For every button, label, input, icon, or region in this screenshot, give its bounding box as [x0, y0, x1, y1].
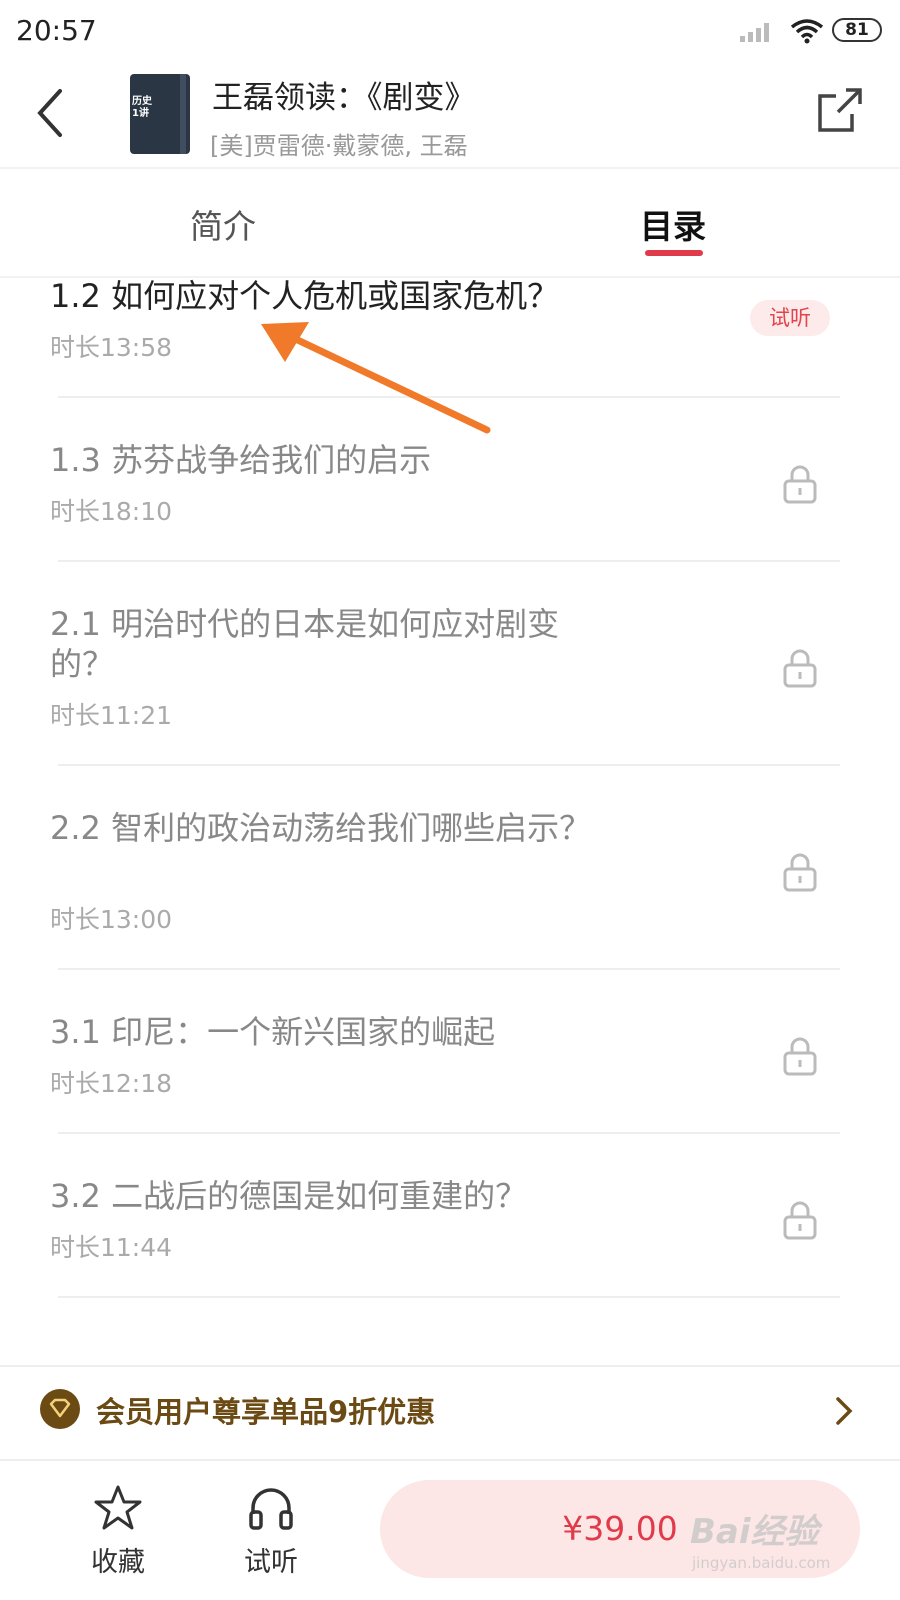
header-divider	[0, 167, 900, 169]
back-arrow-icon[interactable]	[30, 85, 70, 141]
wifi-icon	[790, 19, 824, 44]
headphones-icon	[249, 1488, 293, 1530]
promo-text: 会员用户尊享单品9折优惠	[96, 1395, 436, 1429]
book-author: [美]贾雷德·戴蒙德, 王磊	[210, 132, 468, 160]
member-promo-bar[interactable]: 会员用户尊享单品9折优惠	[0, 1367, 900, 1459]
annotation-arrow	[261, 322, 491, 434]
favorite-label: 收藏	[91, 1547, 145, 1578]
watermark-logo: Bai经验	[690, 1512, 819, 1552]
share-icon[interactable]	[816, 86, 864, 134]
item-divider	[58, 968, 840, 970]
chevron-right-icon	[836, 1397, 853, 1425]
lock-icon	[783, 853, 817, 892]
lock-icon	[783, 649, 817, 688]
chapter-title: 1.3 苏芬战争给我们的启示	[50, 441, 432, 479]
watermark-url: jingyan.baidu.com	[692, 1554, 831, 1572]
tab-active-indicator	[645, 250, 703, 256]
tab-toc[interactable]: 目录	[640, 200, 706, 248]
lock-icon	[783, 1037, 817, 1076]
chapter-title: 3.2 二战后的德国是如何重建的？	[50, 1177, 528, 1215]
listen-button[interactable]: 试听	[235, 1484, 307, 1579]
chapter-duration: 时长11:21	[50, 701, 173, 730]
chapter-title: 2.1 明治时代的日本是如何应对剧变的？	[50, 605, 560, 683]
chapter-duration: 时长12:18	[50, 1069, 173, 1098]
chapter-duration: 时长13:00	[50, 905, 173, 934]
item-divider	[58, 560, 840, 562]
trial-badge: 试听	[750, 300, 830, 336]
item-divider	[58, 1296, 840, 1298]
promo-divider	[0, 1459, 900, 1461]
lock-icon	[783, 1201, 817, 1240]
star-icon	[94, 1485, 142, 1530]
chapter-title: 1.2 如何应对个人危机或国家危机？	[50, 277, 560, 315]
chapter-title: 3.1 印尼：一个新兴国家的崛起	[50, 1013, 496, 1051]
favorite-button[interactable]: 收藏	[82, 1484, 154, 1579]
battery-indicator: 81	[832, 18, 882, 42]
item-divider	[58, 1132, 840, 1134]
book-title: 王磊领读：《剧变》	[212, 80, 476, 116]
item-divider	[58, 764, 840, 766]
status-time: 20:57	[16, 14, 97, 47]
book-cover: 历史 1讲	[130, 74, 190, 154]
chapter-title: 2.2 智利的政治动荡给我们哪些启示？	[50, 809, 592, 847]
signal-icon	[740, 23, 769, 42]
lock-icon	[783, 465, 817, 504]
member-diamond-icon	[40, 1389, 80, 1429]
chapter-duration: 时长13:58	[50, 333, 173, 362]
listen-label: 试听	[244, 1547, 298, 1578]
tab-intro[interactable]: 简介	[190, 200, 256, 248]
chapter-duration: 时长18:10	[50, 497, 173, 526]
chapter-duration: 时长11:44	[50, 1233, 173, 1262]
